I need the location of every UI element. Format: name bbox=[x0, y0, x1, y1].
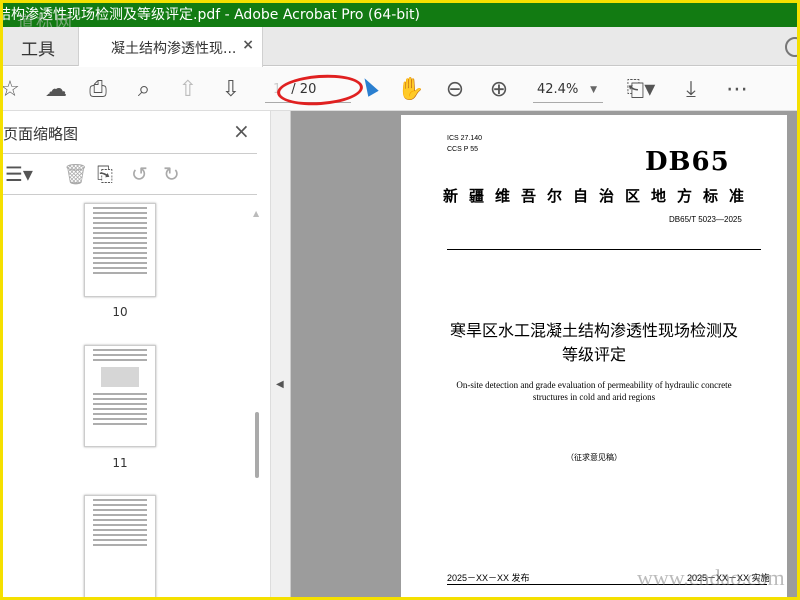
tab-tools[interactable]: 工具 bbox=[3, 27, 79, 66]
divider bbox=[447, 249, 761, 250]
zoom-select[interactable]: 42.4% ▼ bbox=[533, 79, 603, 103]
zoom-value: 42.4% bbox=[537, 82, 579, 97]
close-panel-icon[interactable]: × bbox=[233, 119, 250, 143]
page-fit-icon[interactable]: ⎗▾ bbox=[623, 77, 659, 103]
thumbnail-page-12[interactable] bbox=[84, 495, 156, 597]
title-cn: 寒旱区水工混凝土结构渗透性现场检测及等级评定 bbox=[401, 320, 787, 368]
options-menu-icon[interactable]: ☰▾ bbox=[5, 162, 33, 186]
star-icon[interactable]: ☆ bbox=[3, 77, 23, 103]
thumbnail-page-11[interactable] bbox=[84, 345, 156, 447]
scroll-mode-icon[interactable]: ⤓ bbox=[678, 77, 704, 103]
zoom-out-icon[interactable]: ⊖ bbox=[442, 77, 468, 103]
watermark: 道标网 bbox=[17, 13, 74, 27]
tab-bar: 工具 凝土结构渗透性现... × bbox=[3, 27, 797, 67]
rotate-left-icon[interactable]: ↺ bbox=[131, 162, 148, 186]
zoom-in-icon[interactable]: ⊕ bbox=[486, 77, 512, 103]
publish-date: 2025－XX－XX 发布 bbox=[447, 573, 530, 583]
title-en: On-site detection and grade evaluation o… bbox=[401, 379, 787, 403]
standard-code: DB65/T 5023—2025 bbox=[669, 215, 742, 224]
draft-label: （征求意见稿） bbox=[566, 453, 622, 462]
delete-icon[interactable]: 🗑 bbox=[63, 162, 88, 186]
title-en-text: On-site detection and grade evaluation o… bbox=[456, 380, 732, 402]
next-page-icon[interactable]: ⇩ bbox=[218, 77, 244, 103]
insert-pages-icon[interactable]: ⎘ bbox=[97, 162, 113, 186]
panel-collapse-bar[interactable]: ◀ bbox=[271, 111, 291, 597]
ics-ccs-codes: ICS 27.140 CCS P 55 bbox=[447, 133, 482, 155]
more-icon[interactable]: ⋯ bbox=[724, 77, 750, 103]
ics-code: ICS 27.140 bbox=[447, 135, 483, 142]
thumbnail-label: 11 bbox=[112, 456, 128, 470]
panel-title: 页面缩略图 bbox=[3, 125, 79, 143]
tab-document-label: 凝土结构渗透性现... bbox=[111, 41, 237, 57]
page-thumbnails-panel: 页面缩略图 × ☰▾ 🗑 ⎘ ↺ ↻ 10 11 12 ▲ bbox=[3, 111, 271, 597]
hand-tool-icon[interactable]: ✋ bbox=[397, 77, 424, 103]
panel-toolbar: ☰▾ 🗑 ⎘ ↺ ↻ bbox=[3, 153, 257, 195]
document-view: ICS 27.140 CCS P 55 DB65 新疆维吾尔自治区地方标准 DB6… bbox=[291, 111, 797, 597]
scrollbar-thumb[interactable] bbox=[255, 412, 259, 478]
cloud-upload-icon[interactable]: ☁ bbox=[43, 77, 69, 103]
title-cn-text: 寒旱区水工混凝土结构渗透性现场检测及等级评定 bbox=[449, 323, 738, 364]
thumbnails-scrollbar[interactable]: ▲ bbox=[253, 207, 261, 597]
close-tab-icon[interactable]: × bbox=[242, 37, 254, 53]
thumbnail-label: 10 bbox=[112, 305, 128, 319]
help-icon[interactable] bbox=[785, 37, 797, 57]
chevron-down-icon: ▼ bbox=[590, 85, 597, 95]
scroll-up-icon[interactable]: ▲ bbox=[253, 209, 259, 218]
print-icon[interactable]: ⎙ bbox=[85, 77, 111, 103]
ccs-code: CCS P 55 bbox=[447, 146, 478, 153]
tab-document[interactable]: 凝土结构渗透性现... × bbox=[79, 27, 263, 67]
search-icon[interactable]: ⌕ bbox=[131, 77, 157, 103]
title-bar: 结构渗透性现场检测及等级评定.pdf - Adobe Acrobat Pro (… bbox=[3, 3, 797, 27]
acrobat-window: 结构渗透性现场检测及等级评定.pdf - Adobe Acrobat Pro (… bbox=[3, 3, 797, 597]
collapse-arrow-icon[interactable]: ◀ bbox=[276, 379, 284, 390]
toolbar: ☆ ☁ ⎙ ⌕ ⇧ ⇩ 1/ 20 ✋ ⊖ ⊕ 42.4% ▼ ⎗▾ ⤓ ⋯ bbox=[3, 67, 797, 111]
site-watermark: www.cndao.com bbox=[637, 565, 785, 590]
standard-org: 新疆维吾尔自治区地方标准 bbox=[443, 188, 756, 205]
previous-page-icon[interactable]: ⇧ bbox=[175, 77, 201, 103]
rotate-right-icon[interactable]: ↻ bbox=[163, 162, 180, 186]
db-logo: DB65 bbox=[645, 147, 730, 177]
select-cursor-icon[interactable] bbox=[359, 75, 379, 97]
pdf-page: ICS 27.140 CCS P 55 DB65 新疆维吾尔自治区地方标准 DB6… bbox=[401, 115, 787, 597]
thumbnail-page-10[interactable] bbox=[84, 203, 156, 297]
